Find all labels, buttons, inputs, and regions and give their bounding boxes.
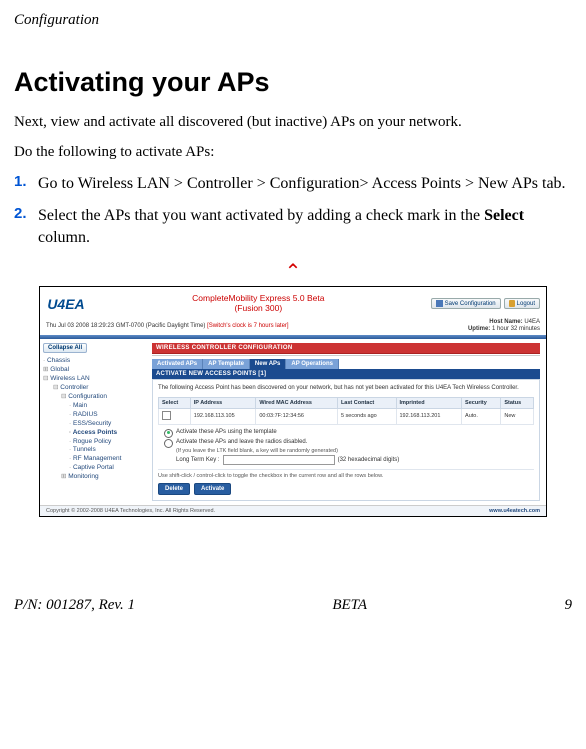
page-heading: Activating your APs	[14, 67, 572, 98]
app-title: CompleteMobility Express 5.0 Beta (Fusio…	[92, 294, 425, 313]
col-security: Security	[462, 397, 501, 408]
col-status: Status	[501, 397, 534, 408]
timestamp-text: Thu Jul 03 2008 18:29:23 GMT-0700 (Pacif…	[46, 323, 205, 329]
step-text-2: Select the APs that you want activated b…	[38, 205, 572, 249]
nav-sidebar: Collapse All · Chassis ⊞ Global ⊟ Wirele…	[40, 339, 146, 505]
save-configuration-button[interactable]: Save Configuration	[431, 298, 501, 309]
step-text-1: Go to Wireless LAN > Controller > Config…	[38, 173, 566, 195]
table-row[interactable]: 192.168.113.105 00:03:7F:12:34:56 5 seco…	[159, 408, 534, 424]
tree-global[interactable]: ⊞ Global	[43, 366, 143, 375]
hint-text: Use shift-click / control-click to toggl…	[158, 469, 534, 479]
host-info: Host Name: U4EA Uptime: 1 hour 32 minute…	[468, 319, 540, 333]
collapse-all-button[interactable]: Collapse All	[43, 343, 87, 353]
tab-activated-aps[interactable]: Activated APs	[152, 359, 203, 369]
panel-section-title: WIRELESS CONTROLLER CONFIGURATION	[152, 343, 540, 354]
uptime-label: Uptime:	[468, 326, 490, 332]
tree-wireless-lan[interactable]: ⊟ Wireless LAN	[43, 375, 143, 384]
footer-page-number: 9	[564, 597, 572, 614]
radio-dot-icon	[164, 439, 173, 448]
logo-text: U4EA	[47, 296, 84, 312]
cell-status: New	[501, 408, 534, 424]
tree-main[interactable]: · Main	[43, 402, 143, 411]
tree-radius[interactable]: · RADIUS	[43, 411, 143, 420]
tree-controller[interactable]: ⊟ Controller	[43, 384, 143, 393]
radio-disabled[interactable]: Activate these APs and leave the radios …	[164, 439, 534, 448]
ltk-input[interactable]	[223, 455, 335, 465]
ltk-label: Long Term Key :	[176, 457, 220, 463]
timestamp-row: Thu Jul 03 2008 18:29:23 GMT-0700 (Pacif…	[46, 323, 289, 329]
tree-configuration[interactable]: ⊟ Configuration	[43, 393, 143, 402]
radio-template[interactable]: Activate these APs using the template	[164, 429, 534, 438]
tab-ap-template[interactable]: AP Template	[203, 359, 250, 369]
col-contact: Last Contact	[337, 397, 396, 408]
logo: U4EA	[46, 291, 86, 317]
tree-rogue-policy[interactable]: · Rogue Policy	[43, 438, 143, 447]
uptime-value: 1 hour 32 minutes	[492, 326, 540, 332]
new-aps-table: Select IP Address Wired MAC Address Last…	[158, 397, 534, 425]
cell-ip: 192.168.113.105	[190, 408, 256, 424]
row-checkbox[interactable]	[162, 411, 171, 420]
tab-new-aps[interactable]: New APs	[250, 359, 286, 369]
save-button-label: Save Configuration	[445, 301, 496, 307]
step-1: 1. Go to Wireless LAN > Controller > Con…	[14, 173, 572, 195]
panel-intro-text: The following Access Point has been disc…	[158, 385, 534, 393]
host-value: U4EA	[524, 319, 540, 325]
step-2: 2. Select the APs that you want activate…	[14, 205, 572, 249]
radio-template-label: Activate these APs using the template	[176, 429, 277, 435]
tree-captive-portal[interactable]: · Captive Portal	[43, 464, 143, 473]
activate-button[interactable]: Activate	[194, 483, 231, 495]
ltk-note: (If you leave the LTK field blank, a key…	[176, 448, 534, 454]
logout-button[interactable]: Logout	[504, 298, 540, 309]
delete-button[interactable]: Delete	[158, 483, 190, 495]
cell-mac: 00:03:7F:12:34:56	[256, 408, 338, 424]
tab-ap-operations[interactable]: AP Operations	[286, 359, 339, 369]
running-header: Configuration	[14, 12, 572, 29]
ltk-suffix: (32 hexadecimal digits)	[338, 457, 400, 463]
lead-in-paragraph: Do the following to activate APs:	[14, 142, 572, 162]
cell-imprinted: 192.168.113.201	[396, 408, 462, 424]
embedded-screenshot: U4EA CompleteMobility Express 5.0 Beta (…	[39, 286, 547, 517]
app-title-line2: (Fusion 300)	[92, 304, 425, 313]
cell-contact: 5 seconds ago	[337, 408, 396, 424]
col-imprinted: Imprinted	[396, 397, 462, 408]
clock-offset-note: [Switch's clock is 7 hours later]	[207, 323, 289, 329]
footer-url: www.u4eatech.com	[489, 508, 540, 514]
disk-icon	[436, 300, 443, 307]
step-number-1: 1.	[14, 173, 38, 195]
tabs-row: Activated APs AP Template New APs AP Ope…	[152, 359, 540, 369]
tree-ess-security[interactable]: · ESS/Security	[43, 420, 143, 429]
caret-marker: ⌃	[14, 259, 572, 284]
col-ip: IP Address	[190, 397, 256, 408]
footer-beta: BETA	[332, 597, 367, 614]
radio-disabled-label: Activate these APs and leave the radios …	[176, 439, 307, 445]
lock-icon	[509, 300, 515, 307]
radio-dot-icon	[164, 429, 173, 438]
col-select: Select	[159, 397, 191, 408]
host-label: Host Name:	[489, 319, 522, 325]
bold-select: Select	[484, 207, 524, 224]
cell-security: Auto.	[462, 408, 501, 424]
main-panel: WIRELESS CONTROLLER CONFIGURATION Activa…	[146, 339, 546, 505]
intro-paragraph: Next, view and activate all discovered (…	[14, 112, 572, 132]
tree-access-points[interactable]: · Access Points	[43, 429, 143, 438]
page-footer: P/N: 001287, Rev. 1 BETA 9	[14, 597, 572, 614]
col-mac: Wired MAC Address	[256, 397, 338, 408]
tree-monitoring[interactable]: ⊞ Monitoring	[43, 473, 143, 482]
tree-chassis[interactable]: · Chassis	[43, 357, 143, 366]
tree-rf-management[interactable]: · RF Management	[43, 455, 143, 464]
copyright-text: Copyright © 2002-2008 U4EA Technologies,…	[46, 508, 215, 514]
tree-tunnels[interactable]: · Tunnels	[43, 446, 143, 455]
sub-header-bar: ACTIVATE NEW ACCESS POINTS [1]	[152, 369, 540, 379]
step-number-2: 2.	[14, 205, 38, 249]
footer-pn: P/N: 001287, Rev. 1	[14, 597, 135, 614]
logout-button-label: Logout	[517, 301, 535, 307]
